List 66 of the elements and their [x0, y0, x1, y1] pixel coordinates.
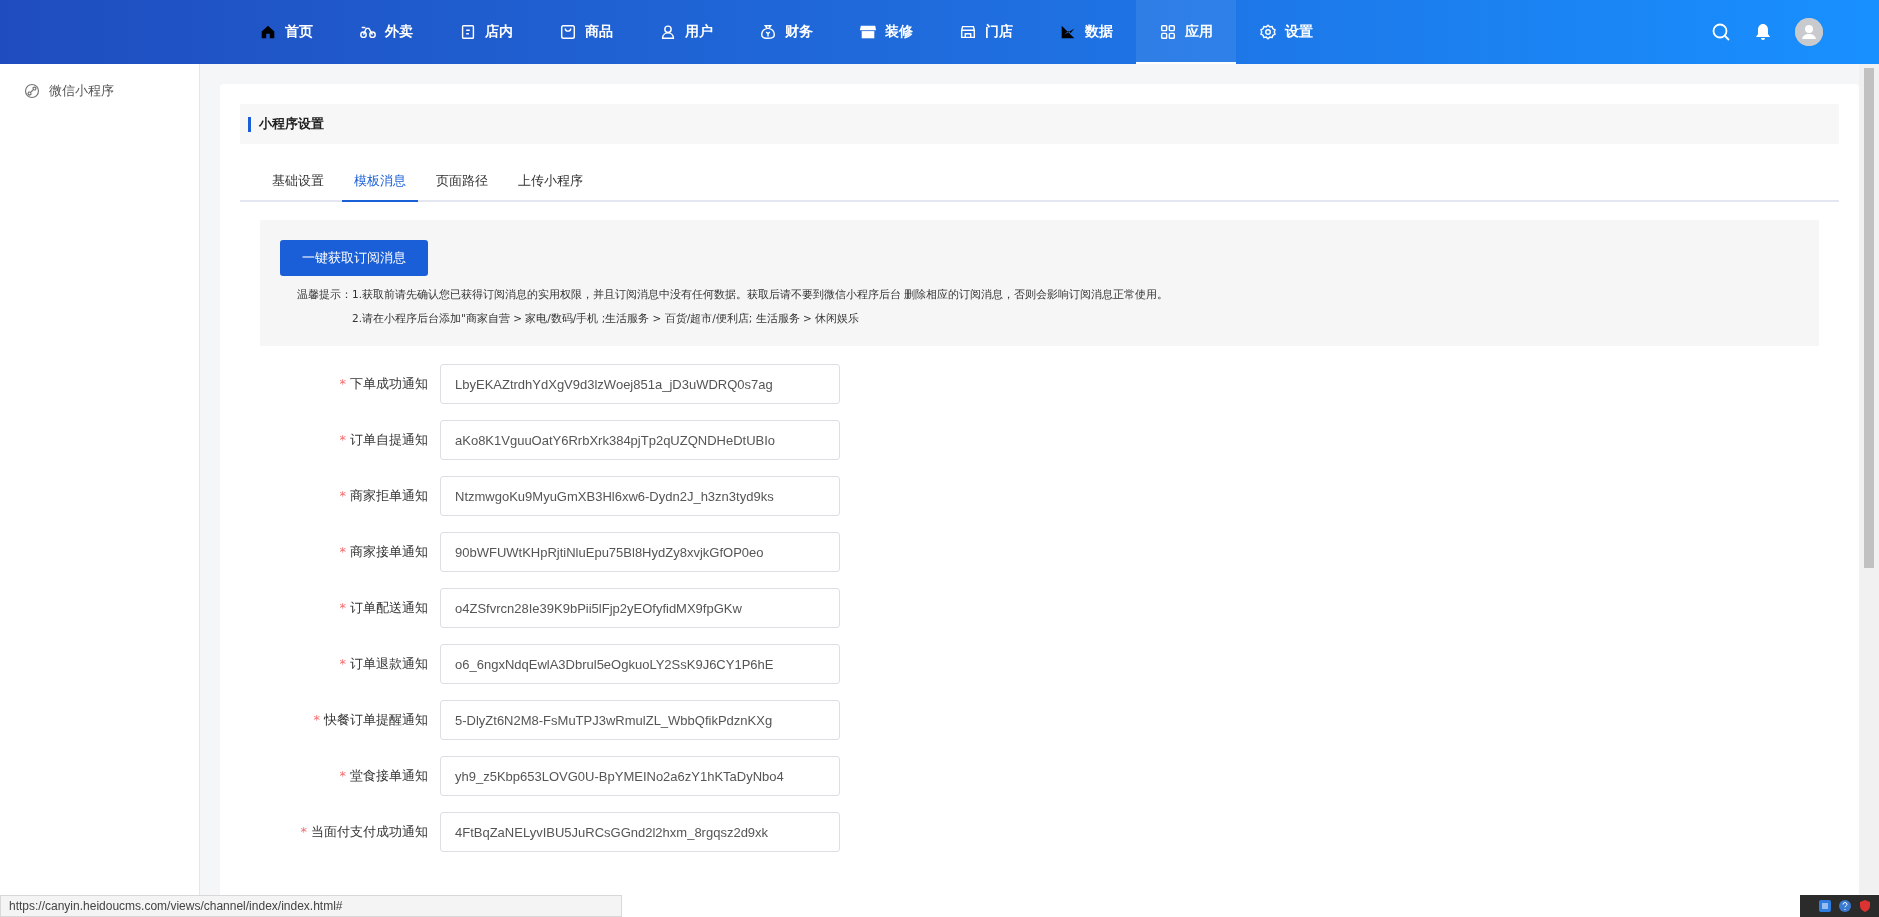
store-icon [959, 23, 977, 41]
tip-label: 温馨提示： [296, 288, 352, 302]
required-mark: * [300, 824, 307, 839]
required-mark: * [339, 432, 346, 447]
bag-icon [559, 23, 577, 41]
required-mark: * [339, 488, 346, 503]
input-field[interactable]: 5-DlyZt6N2M8-FsMuTPJ3wRmulZL_WbbQfikPdznKXg [440, 700, 840, 740]
document-icon [459, 23, 477, 41]
nav-item[interactable]: 商品 [536, 0, 636, 64]
tab[interactable]: 页面路径 [424, 168, 500, 202]
shop-icon [859, 23, 877, 41]
field-label-text: 商家接单通知 [350, 544, 428, 559]
nav-item[interactable]: 首页 [236, 0, 336, 64]
input-field[interactable]: o4ZSfvrcn28Ie39K9bPii5lFjp2yEOfyfidMX9fpGKw [440, 588, 840, 628]
input-field[interactable]: 90bWFUWtKHpRjtiNluEpu75Bl8HydZy8xvjkGfOP0eo [440, 532, 840, 572]
user-icon [659, 23, 677, 41]
nav-item[interactable]: 用户 [636, 0, 736, 64]
nav-item[interactable]: 财务 [736, 0, 836, 64]
field-label-text: 订单退款通知 [350, 656, 428, 671]
input-field[interactable]: o6_6ngxNdqEwlA3Dbrul5eOgkuoLY2SsK9J6CY1P6hE [440, 644, 840, 684]
field-label-text: 快餐订单提醒通知 [324, 712, 428, 727]
field-label-text: 堂食接单通知 [350, 768, 428, 783]
nav-item[interactable]: 设置 [1236, 0, 1336, 64]
help-icon[interactable] [1838, 899, 1852, 913]
nav-item[interactable]: 应用 [1136, 0, 1236, 64]
nav-item[interactable]: 装修 [836, 0, 936, 64]
status-bar-url: https://canyin.heidoucms.com/views/channel/index/index.html# [0, 895, 622, 917]
tab[interactable]: 模板消息 [342, 168, 418, 202]
home-icon [259, 23, 277, 41]
tip-text: 1.获取前请先确认您已获得订阅消息的实用权限，并且订阅消息中没有任何数据。获取后请不要到微信小程序后台 删除相应的订阅消息，否则会影响订阅消息正常使用。 [352, 288, 1169, 302]
settings-icon [1259, 23, 1277, 41]
required-mark: * [339, 656, 346, 671]
input-field[interactable]: aKo8K1VguuOatY6RrbXrk384pjTp2qUZQNDHeDtUBIo [440, 420, 840, 460]
nav-item[interactable]: 门店 [936, 0, 1036, 64]
field-label-text: 下单成功通知 [350, 376, 428, 391]
shield-icon[interactable] [1858, 899, 1872, 913]
input-field[interactable]: yh9_z5Kbp653LOVG0U-BpYMEINo2a6zY1hKTaDyNbo4 [440, 756, 840, 796]
money-bag-icon [759, 23, 777, 41]
field-label-text: 订单自提通知 [350, 432, 428, 447]
required-mark: * [339, 376, 346, 391]
input-field[interactable]: 4FtBqZaNELyvIBU5JuRCsGGnd2l2hxm_8rgqsz2d9xk [440, 812, 840, 852]
required-mark: * [339, 600, 346, 615]
required-mark: * [339, 544, 346, 559]
avatar-icon[interactable] [1795, 18, 1823, 46]
input-field[interactable]: NtzmwgoKu9MyuGmXB3Hl6xw6-Dydn2J_h3zn3tyd9ks [440, 476, 840, 516]
required-mark: * [313, 712, 320, 727]
field-label-text: 订单配送通知 [350, 600, 428, 615]
required-mark: * [339, 768, 346, 783]
tip-text: 2.请在小程序后台添加"商家自营 > 家电/数码/手机 ;生活服务 > 百货/超市/便利店; 生活服务 > 休闲娱乐 [352, 312, 861, 326]
field-label-text: 商家拒单通知 [350, 488, 428, 503]
scrollbar[interactable] [1859, 64, 1879, 894]
grid-icon [1159, 23, 1177, 41]
nav-item[interactable]: 店内 [436, 0, 536, 64]
nav-item[interactable]: 数据 [1036, 0, 1136, 64]
keyboard-icon[interactable] [1818, 899, 1832, 913]
link-icon [24, 83, 40, 99]
field-label-text: 当面付支付成功通知 [311, 824, 428, 839]
tab[interactable]: 基础设置 [260, 168, 336, 202]
fetch-subscription-button[interactable]: 一键获取订阅消息 [280, 240, 428, 276]
input-field[interactable]: LbyEKAZtrdhYdXgV9d3lzWoej851a_jD3uWDRQ0s7ag [440, 364, 840, 404]
section-title: 小程序设置 [259, 115, 324, 133]
search-icon[interactable] [1711, 22, 1731, 42]
bell-icon[interactable] [1753, 22, 1773, 42]
nav-item[interactable]: 外卖 [336, 0, 436, 64]
sidebar-item[interactable]: 微信小程序 [0, 78, 138, 104]
tab[interactable]: 上传小程序 [506, 168, 595, 202]
